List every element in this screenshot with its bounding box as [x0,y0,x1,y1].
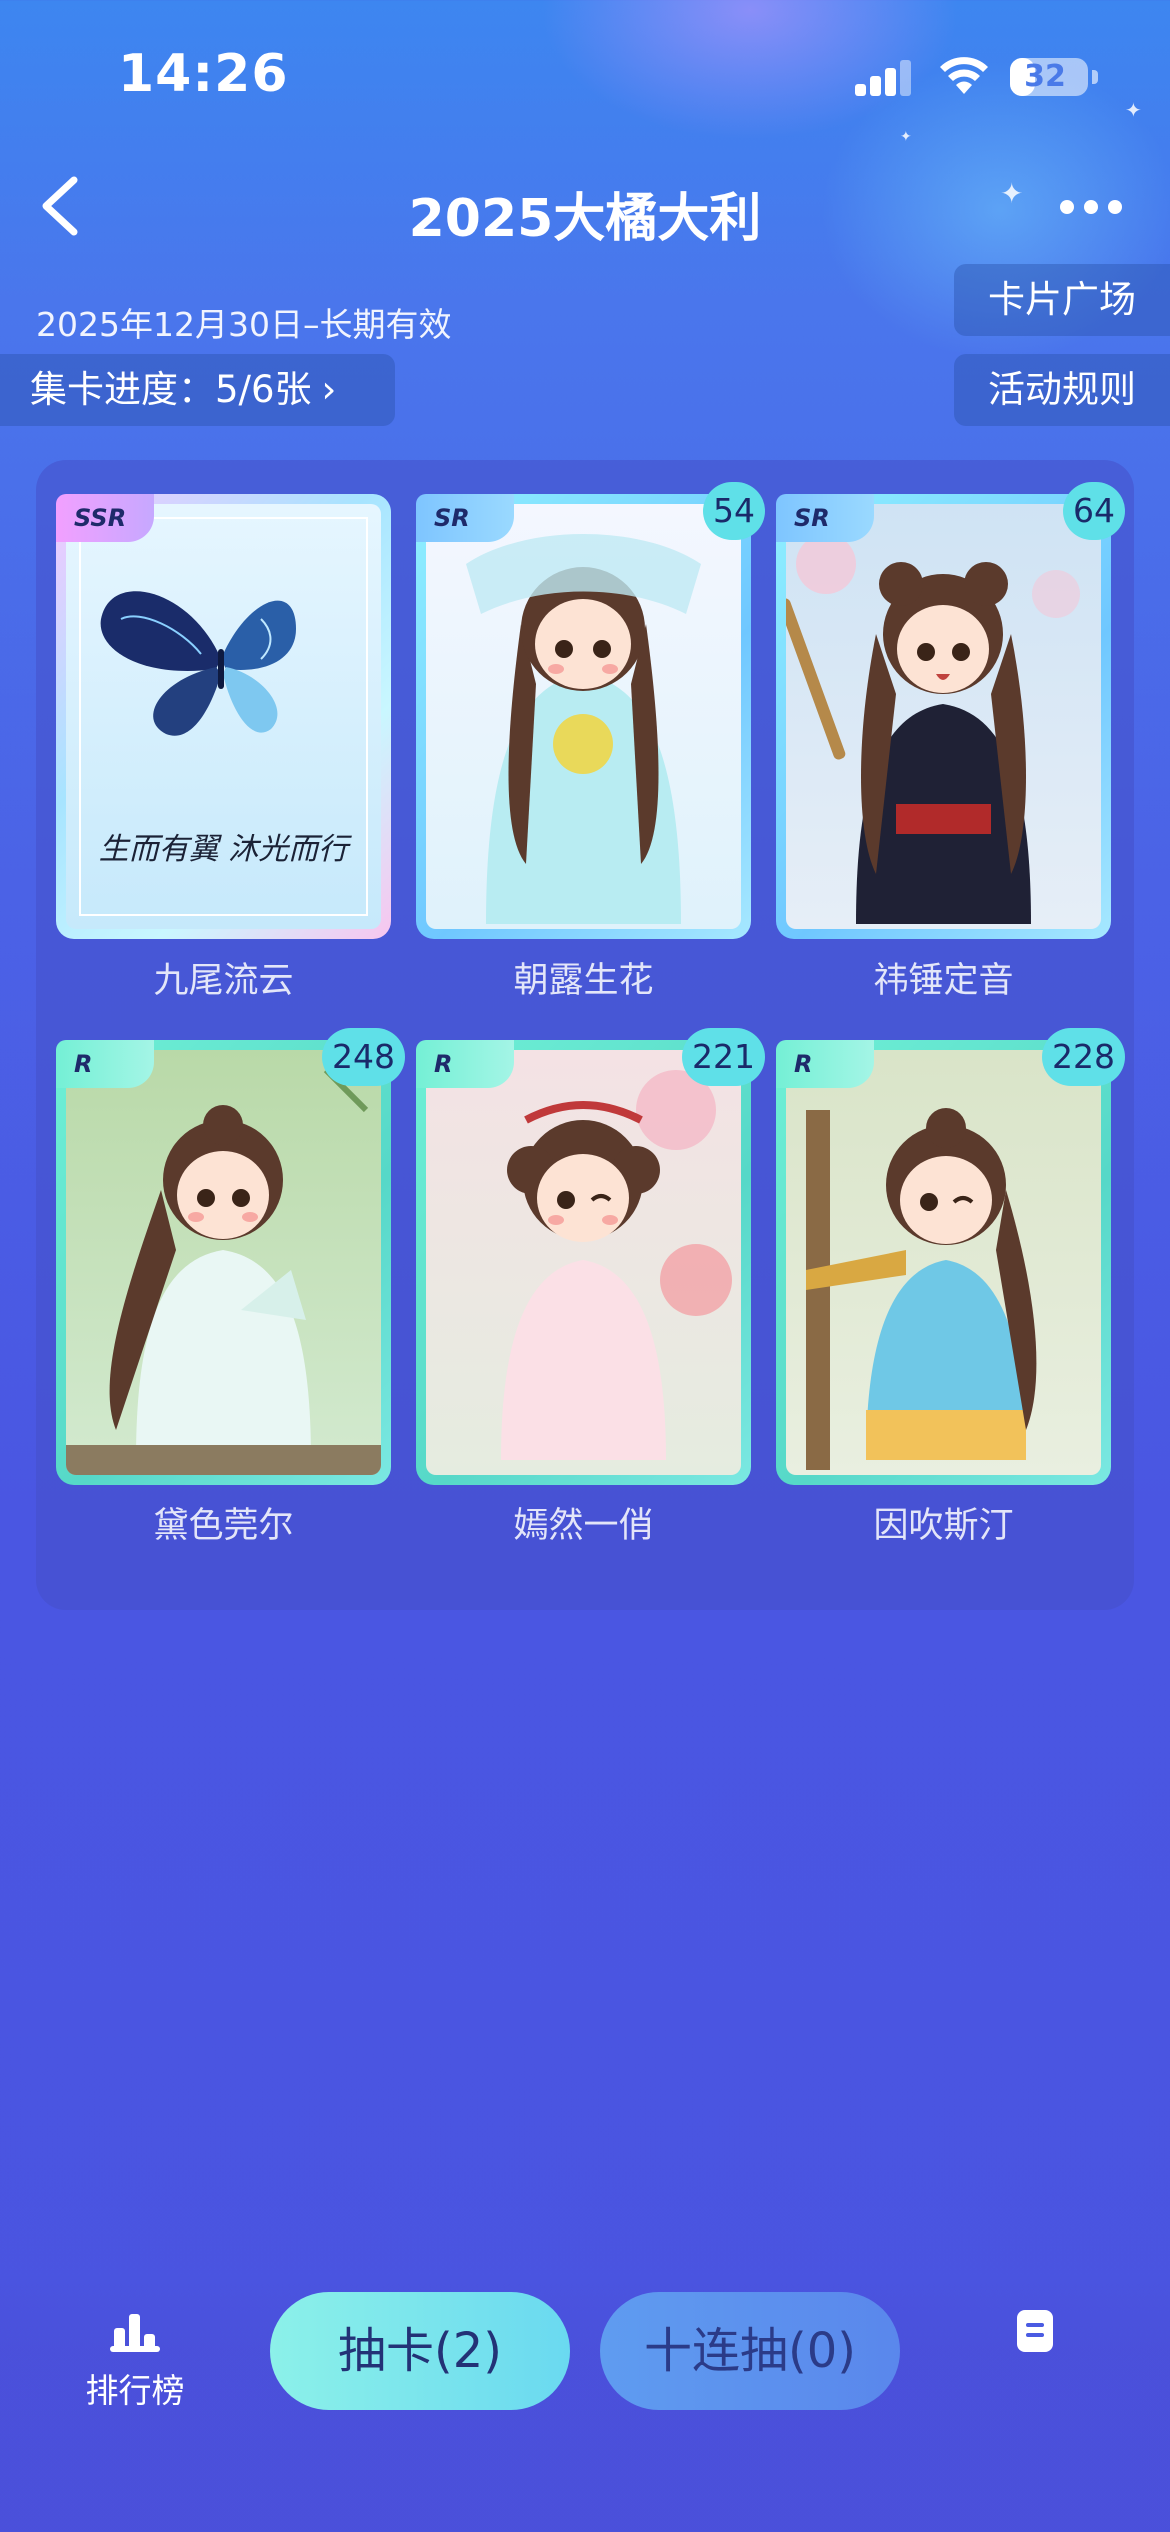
rarity-badge: R [776,1040,874,1088]
card-sr[interactable]: SR 64 [776,482,1125,939]
card-count-badge: 54 [703,482,765,540]
card-count-badge: 228 [1042,1028,1125,1086]
card-collection-panel: 生而有翼 沐光而行 SSR 九尾流云 SR 54 朝露生花 SR 64 祎锤定音… [36,460,1134,1610]
battery-level-text: 32 [1024,59,1066,94]
collection-progress-button[interactable]: 集卡进度：5/6张 › [0,354,395,426]
ten-draw-button[interactable]: 十连抽(0) [600,2292,900,2410]
battery-cap [1092,70,1098,84]
leaderboard-label: 排行榜 [85,2371,185,2410]
card-count-badge: 221 [682,1028,765,1086]
card-name: 九尾流云 [153,961,294,1001]
bar-chart-icon [110,2314,160,2352]
chevron-left-icon [42,176,78,236]
leaderboard-button[interactable]: 排行榜 [80,2306,190,2416]
ellipsis-icon [1060,200,1074,214]
draw-card-button[interactable]: 抽卡(2) [270,2292,570,2410]
character-art [501,1070,732,1460]
page-title: 2025大橘大利 [408,189,762,249]
character-art [806,1108,1037,1470]
character-art [786,534,1080,924]
wifi-icon [940,57,988,94]
card-name: 祎锤定音 [873,961,1014,1001]
status-time: 14:26 [118,44,289,104]
back-button[interactable] [30,170,90,242]
character-art [66,1050,381,1475]
card-ssr[interactable]: 生而有翼 沐光而行 SSR [56,494,391,939]
activity-rules-button[interactable]: 活动规则 [954,354,1170,426]
validity-date: 2025年12月30日–长期有效 [36,305,452,344]
card-name: 黛色莞尔 [153,1506,294,1546]
cellular-signal-icon [855,60,913,96]
chevron-right-icon: › [321,368,337,411]
card-name: 朝露生花 [513,961,654,1001]
rarity-badge: SR [416,494,514,542]
card-r[interactable]: R 228 [776,1028,1125,1485]
card-count-badge: 248 [322,1028,405,1086]
card-caption: 生而有翼 沐光而行 [98,832,349,867]
rarity-badge: SSR [56,494,154,542]
sparkle-icon: ✦ [1000,177,1024,210]
status-bar: 14:26 32 [0,0,1170,150]
card-r[interactable]: R 248 [56,1028,405,1485]
card-name: 嫣然一俏 [513,1506,654,1546]
more-button[interactable] [1060,200,1126,216]
rarity-badge: SR [776,494,874,542]
card-count-badge: 64 [1063,482,1125,540]
card-square-button[interactable]: 卡片广场 [954,264,1170,336]
record-button[interactable] [1015,2308,1055,2354]
rarity-badge: R [56,1040,154,1088]
battery-icon: 32 [1010,58,1088,96]
rarity-badge: R [416,1040,514,1088]
character-art [466,534,701,924]
document-icon [1017,2310,1053,2352]
card-name: 因吹斯汀 [873,1506,1014,1546]
card-r[interactable]: R 221 [416,1028,765,1485]
card-sr[interactable]: SR 54 [416,482,765,939]
collection-progress-label: 集卡进度：5/6张 [30,368,312,411]
